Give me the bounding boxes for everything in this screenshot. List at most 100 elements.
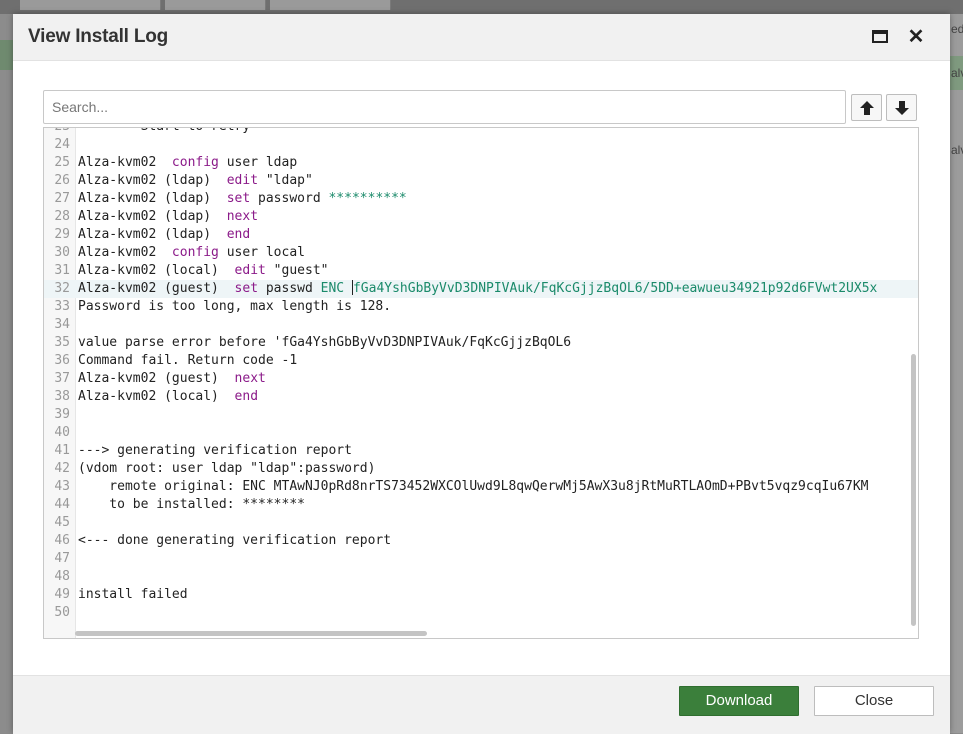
log-line: 30 Alza-kvm02 config user local — [44, 244, 918, 262]
log-line: 33 Password is too long, max length is 12… — [44, 298, 918, 316]
log-line: 47 — [44, 550, 918, 568]
log-line: 50 — [44, 604, 918, 622]
line-text: (vdom root: user ldap "ldap":password) — [78, 460, 375, 478]
line-text: Alza-kvm02 config user ldap — [78, 154, 297, 172]
line-text: install failed — [78, 586, 188, 604]
line-number: 35 — [54, 335, 70, 350]
log-text: password — [250, 191, 329, 206]
log-keyword: config — [171, 155, 219, 170]
log-line: 40 — [44, 424, 918, 442]
log-text: Alza-kvm02 (ldap) — [78, 227, 227, 242]
log-line: 31 Alza-kvm02 (local) edit "guest" — [44, 262, 918, 280]
log-text: "guest" — [265, 263, 329, 278]
log-keyword: set — [226, 191, 251, 206]
arrow-down-icon — [895, 101, 909, 115]
log-keyword: edit — [234, 263, 266, 278]
line-number: 34 — [54, 317, 70, 332]
log-line: 25 Alza-kvm02 config user ldap — [44, 154, 918, 172]
log-line: 44 to be installed: ******** — [44, 496, 918, 514]
line-number: 30 — [54, 245, 70, 260]
log-text: "ldap" — [258, 173, 313, 188]
log-line: 34 — [44, 316, 918, 334]
line-number: 27 — [54, 191, 70, 206]
line-number: 43 — [54, 479, 70, 494]
background-left-edge — [0, 14, 13, 733]
log-value: ENC — [320, 281, 352, 296]
log-line: 27 Alza-kvm02 (ldap) set password *******… — [44, 190, 918, 208]
line-number: 33 — [54, 299, 70, 314]
maximize-icon[interactable] — [872, 30, 888, 43]
line-number: 41 — [54, 443, 70, 458]
line-number: 42 — [54, 461, 70, 476]
log-text: <--- done generating verification report — [78, 533, 392, 548]
line-text: ------- Start to retry -------- — [78, 128, 321, 136]
line-number: 25 — [54, 155, 70, 170]
line-number: 36 — [54, 353, 70, 368]
log-line: 28 Alza-kvm02 (ldap) next — [44, 208, 918, 226]
search-next-button[interactable] — [886, 94, 917, 121]
log-keyword: edit — [226, 173, 259, 188]
line-number: 31 — [54, 263, 70, 278]
line-number: 44 — [54, 497, 70, 512]
log-text: passwd — [258, 281, 321, 296]
log-text: value parse error before 'fGa4YshGbByVvD… — [78, 335, 572, 350]
log-line: 32 Alza-kvm02 (guest) set passwd ENC fGa4… — [44, 280, 918, 298]
background-tab — [270, 0, 391, 10]
line-text: Alza-kvm02 (ldap) set password *********… — [78, 190, 407, 208]
background-tab — [165, 0, 266, 10]
line-text: Alza-kvm02 (local) edit "guest" — [78, 262, 328, 280]
log-lines: 23 ------- Start to retry -------- 24 25 Alz… — [44, 128, 918, 622]
line-number: 38 — [54, 389, 70, 404]
log-line: 29 Alza-kvm02 (ldap) end — [44, 226, 918, 244]
log-line: 45 — [44, 514, 918, 532]
close-icon[interactable]: ✕ — [907, 26, 925, 48]
line-number: 28 — [54, 209, 70, 224]
line-text: <--- done generating verification report — [78, 532, 391, 550]
log-line: 26 Alza-kvm02 (ldap) edit "ldap" — [44, 172, 918, 190]
dialog-header: View Install Log ✕ — [13, 14, 950, 61]
log-text: Alza-kvm02 (guest) — [78, 281, 235, 296]
log-keyword: next — [234, 371, 266, 386]
line-text: Alza-kvm02 (ldap) next — [78, 208, 258, 226]
log-line: 41 ---> generating verification report — [44, 442, 918, 460]
log-line: 24 — [44, 136, 918, 154]
line-text: Alza-kvm02 (local) end — [78, 388, 258, 406]
line-text: remote original: ENC MTAwNJ0pRd8nrTS7345… — [78, 478, 869, 496]
background-left-band — [0, 40, 13, 70]
log-text: remote original: ENC MTAwNJ0pRd8nrTS7345… — [78, 479, 869, 494]
log-text: user local — [218, 245, 305, 260]
line-number: 48 — [54, 569, 70, 584]
line-number: 46 — [54, 533, 70, 548]
vertical-scrollbar[interactable] — [911, 354, 916, 626]
background-tab — [20, 0, 161, 10]
log-text: Alza-kvm02 — [78, 245, 172, 260]
line-number: 29 — [54, 227, 70, 242]
download-button[interactable]: Download — [679, 686, 799, 716]
log-text: Command fail. Return code -1 — [78, 353, 298, 368]
log-editor[interactable]: 23 ------- Start to retry -------- 24 25 Alz… — [43, 127, 919, 639]
log-text: user ldap — [218, 155, 298, 170]
log-line: 37 Alza-kvm02 (guest) next — [44, 370, 918, 388]
log-keyword: config — [171, 245, 219, 260]
horizontal-scrollbar[interactable] — [75, 631, 427, 636]
log-line: 38 Alza-kvm02 (local) end — [44, 388, 918, 406]
line-text: Alza-kvm02 (ldap) end — [78, 226, 250, 244]
log-value: fGa4YshGbByVvD3DNPIVAuk/FqKcGjjzBqOL6/5D… — [352, 281, 878, 296]
log-text: Alza-kvm02 (ldap) — [78, 173, 227, 188]
log-keyword: set — [234, 281, 259, 296]
arrow-up-icon — [860, 101, 874, 115]
log-text: Alza-kvm02 (local) — [78, 389, 235, 404]
line-text: Alza-kvm02 (guest) set passwd ENC fGa4Ys… — [78, 280, 877, 298]
line-number: 26 — [54, 173, 70, 188]
line-number: 40 — [54, 425, 70, 440]
log-line: 39 — [44, 406, 918, 424]
search-input[interactable] — [43, 90, 846, 124]
log-text: (vdom root: user ldap "ldap":password) — [78, 461, 376, 476]
search-previous-button[interactable] — [851, 94, 882, 121]
log-line: 35 value parse error before 'fGa4YshGbByV… — [44, 334, 918, 352]
log-line: 42 (vdom root: user ldap "ldap":password) — [44, 460, 918, 478]
close-button[interactable]: Close — [814, 686, 934, 716]
log-text: Alza-kvm02 (guest) — [78, 371, 235, 386]
line-text: Password is too long, max length is 128. — [78, 298, 391, 316]
log-text: Password is too long, max length is 128. — [78, 299, 392, 314]
